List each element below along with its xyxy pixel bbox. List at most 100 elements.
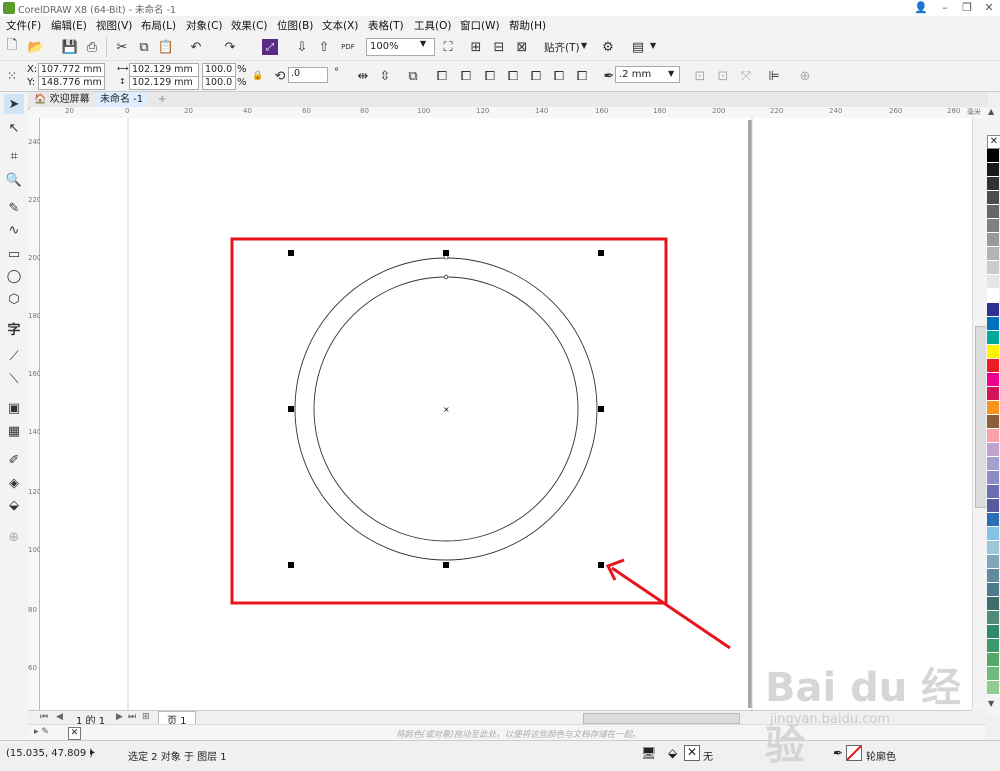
new-document-icon[interactable]: 🗋 [4,38,20,55]
crop-tool-icon[interactable]: ⌗ [4,146,24,166]
color-swatch[interactable] [987,513,999,527]
add-tab-button[interactable]: + [154,92,170,107]
no-fill-swatch[interactable]: ✕ [684,745,700,761]
show-rulers-icon[interactable]: ⊞ [468,39,484,55]
launcher-icon[interactable]: ▤ [630,39,646,55]
align-icon[interactable]: ⊡ [692,68,708,84]
selection-handle-ml[interactable] [288,406,294,412]
menu-file[interactable]: 文件(F) [6,18,41,33]
trim-icon[interactable]: ⧠ [482,68,498,84]
combine-icon[interactable]: ⧠ [434,68,450,84]
status-expand-arrow[interactable]: ▸ [90,747,95,758]
color-swatch[interactable] [987,177,999,191]
menu-text[interactable]: 文本(X) [322,18,358,33]
document-color-icon[interactable]: 🖥 [641,746,656,760]
color-swatch[interactable] [987,149,999,163]
color-swatch[interactable] [987,289,999,303]
menu-help[interactable]: 帮助(H) [509,18,546,33]
simplify-icon[interactable]: ⧠ [528,68,544,84]
show-grid-icon[interactable]: ⊟ [491,39,507,55]
color-swatch[interactable] [987,247,999,261]
color-swatch[interactable] [987,415,999,429]
menu-effects[interactable]: 效果(C) [231,18,268,33]
print-icon[interactable]: ⎙ [84,39,100,55]
color-swatch[interactable] [987,387,999,401]
rotation-angle-field[interactable]: .0 [288,67,328,83]
group-icon[interactable]: ⧉ [405,68,421,84]
rotate-icon[interactable]: ⟲ [272,68,288,84]
color-swatch[interactable] [987,597,999,611]
color-swatch[interactable] [987,205,999,219]
selection-handle-bc[interactable] [443,562,449,568]
undo-icon[interactable]: ↶ [188,39,204,55]
color-swatch[interactable] [987,303,999,317]
color-swatch[interactable] [987,219,999,233]
drop-shadow-icon[interactable]: ▣ [4,398,24,418]
snap-to-menu[interactable]: 贴齐(T) [544,40,580,55]
shape-tool-icon[interactable]: ↖ [4,118,24,138]
color-swatch[interactable] [987,611,999,625]
chevron-down-icon[interactable]: ▼ [581,41,587,50]
break-apart-icon[interactable]: ⤧ [738,68,754,84]
color-swatch[interactable] [987,583,999,597]
menu-layout[interactable]: 布局(L) [141,18,176,33]
first-page-icon[interactable]: ⏮ [40,712,48,722]
full-screen-icon[interactable]: ⛶ [440,39,456,55]
vertical-ruler[interactable]: 240 220 200 180 160 140 120 100 80 60 [28,118,41,710]
scale-height-field[interactable]: 100.0 [202,76,236,90]
copy-icon[interactable]: ⧉ [136,39,152,55]
color-swatch[interactable] [987,541,999,555]
add-tool-icon[interactable]: ⊕ [4,527,24,547]
zoom-tool-icon[interactable]: 🔍 [4,170,24,190]
tab-welcome[interactable]: 🏠 欢迎屏幕 [30,92,94,107]
selection-handle-tl[interactable] [288,250,294,256]
selection-handle-tc[interactable] [443,250,449,256]
drawing-canvas[interactable]: × [40,118,972,710]
chevron-up-icon[interactable]: ▲ [988,107,994,116]
color-swatch[interactable] [987,345,999,359]
palette-options-icon[interactable]: ▸ ✎ [34,727,49,737]
search-content-icon[interactable]: ⤢ [262,39,278,55]
menu-window[interactable]: 窗口(W) [460,18,500,33]
restore-button[interactable]: ❐ [956,0,978,16]
text-tool-icon[interactable]: 字 [4,318,24,338]
tab-document[interactable]: 未命名 -1 [96,92,148,107]
height-field[interactable]: 102.129 mm [129,76,199,90]
interactive-fill-icon[interactable]: ◈ [4,473,24,493]
color-swatch[interactable] [987,485,999,499]
pick-tool-icon[interactable]: ➤ [4,94,24,114]
selection-handle-tr[interactable] [598,250,604,256]
show-guidelines-icon[interactable]: ⊠ [514,39,530,55]
export-icon[interactable]: ⇧ [316,39,332,55]
no-color-swatch[interactable]: ✕ [987,135,1000,149]
x-position-field[interactable]: 107.772 mm [38,63,105,77]
artistic-media-icon[interactable]: ∿ [4,220,24,240]
back-minus-front-icon[interactable]: ⧠ [574,68,590,84]
color-swatch[interactable] [987,331,999,345]
import-icon[interactable]: ⇩ [294,39,310,55]
user-icon[interactable]: 👤 [910,0,932,16]
cut-icon[interactable]: ✂ [114,39,130,55]
close-button[interactable]: ✕ [978,0,1000,16]
width-field[interactable]: 102.129 mm [129,63,199,77]
intersect-icon[interactable]: ⧠ [505,68,521,84]
color-swatch[interactable] [987,373,999,387]
ellipse-tool-icon[interactable]: ◯ [4,266,24,286]
chevron-down-icon[interactable]: ▼ [420,39,426,48]
menu-tools[interactable]: 工具(O) [414,18,451,33]
color-swatch[interactable] [987,275,999,289]
freehand-tool-icon[interactable]: ✎ [4,198,24,218]
add-page-icon[interactable]: ⊞ [142,712,150,722]
mirror-horizontal-icon[interactable]: ⇹ [355,68,371,84]
selection-handle-mr[interactable] [598,406,604,412]
align-distribute-icon[interactable]: ⊫ [766,68,782,84]
last-page-icon[interactable]: ⏭ [128,712,136,722]
minimize-button[interactable]: – [934,0,956,16]
weld-icon[interactable]: ⧠ [458,68,474,84]
menu-object[interactable]: 对象(C) [186,18,223,33]
menu-edit[interactable]: 编辑(E) [51,18,87,33]
rectangle-tool-icon[interactable]: ▭ [4,244,24,264]
chevron-down-icon[interactable]: ▼ [668,69,674,78]
transparency-icon[interactable]: ▦ [4,421,24,441]
color-swatch[interactable] [987,625,999,639]
